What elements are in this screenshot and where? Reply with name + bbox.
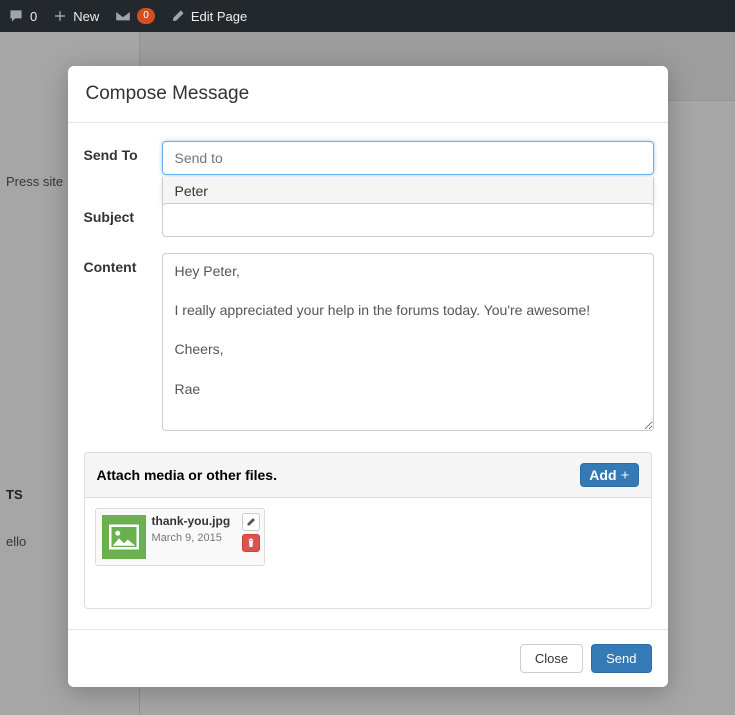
subject-input[interactable] bbox=[162, 203, 654, 237]
send-to-input[interactable] bbox=[162, 141, 654, 175]
adminbar-mail[interactable]: 0 bbox=[115, 8, 155, 24]
trash-icon bbox=[246, 538, 256, 548]
add-attachment-button[interactable]: Add bbox=[580, 463, 638, 487]
attachments-panel: Attach media or other files. Add bbox=[84, 452, 652, 609]
adminbar-edit[interactable]: Edit Page bbox=[171, 9, 247, 24]
delete-attachment-button[interactable] bbox=[242, 534, 260, 552]
attachment-card: thank-you.jpg March 9, 2015 bbox=[95, 508, 265, 566]
edit-attachment-button[interactable] bbox=[242, 513, 260, 531]
admin-bar: 0 New 0 Edit Page bbox=[0, 0, 735, 32]
attachment-date: March 9, 2015 bbox=[152, 532, 231, 544]
adminbar-new[interactable]: New bbox=[53, 9, 99, 24]
autocomplete-option[interactable]: Peter bbox=[163, 177, 653, 206]
label-subject: Subject bbox=[82, 203, 162, 225]
label-send-to: Send To bbox=[82, 141, 162, 163]
mail-badge: 0 bbox=[137, 8, 155, 24]
edit-page-label: Edit Page bbox=[191, 9, 247, 24]
row-subject: Subject bbox=[82, 203, 654, 237]
modal-footer: Close Send bbox=[68, 629, 668, 687]
adminbar-comments[interactable]: 0 bbox=[8, 8, 37, 24]
label-content: Content bbox=[82, 253, 162, 275]
plus-icon bbox=[620, 470, 630, 480]
row-content: Content bbox=[82, 253, 654, 436]
comment-icon bbox=[8, 8, 24, 24]
attachment-filename: thank-you.jpg bbox=[152, 515, 231, 529]
add-label: Add bbox=[589, 467, 616, 483]
comments-count: 0 bbox=[30, 9, 37, 24]
pencil-icon bbox=[171, 9, 185, 23]
attachment-info: thank-you.jpg March 9, 2015 bbox=[146, 515, 231, 559]
send-button[interactable]: Send bbox=[591, 644, 651, 673]
plus-icon bbox=[53, 9, 67, 23]
row-send-to: Send To Peter bbox=[82, 141, 654, 175]
compose-modal: Compose Message Send To Peter Subject bbox=[68, 66, 668, 687]
attachments-body: thank-you.jpg March 9, 2015 bbox=[85, 498, 651, 608]
modal-overlay[interactable]: Compose Message Send To Peter Subject bbox=[0, 32, 735, 715]
mail-icon bbox=[115, 10, 131, 22]
content-textarea[interactable] bbox=[162, 253, 654, 431]
close-button[interactable]: Close bbox=[520, 644, 583, 673]
attachments-title: Attach media or other files. bbox=[97, 467, 277, 483]
image-icon bbox=[109, 524, 139, 550]
attachments-header: Attach media or other files. Add bbox=[85, 453, 651, 498]
modal-title: Compose Message bbox=[68, 66, 668, 123]
modal-body: Send To Peter Subject Content bbox=[68, 123, 668, 613]
attachment-thumbnail bbox=[102, 515, 146, 559]
new-label: New bbox=[73, 9, 99, 24]
pencil-icon bbox=[246, 517, 256, 527]
